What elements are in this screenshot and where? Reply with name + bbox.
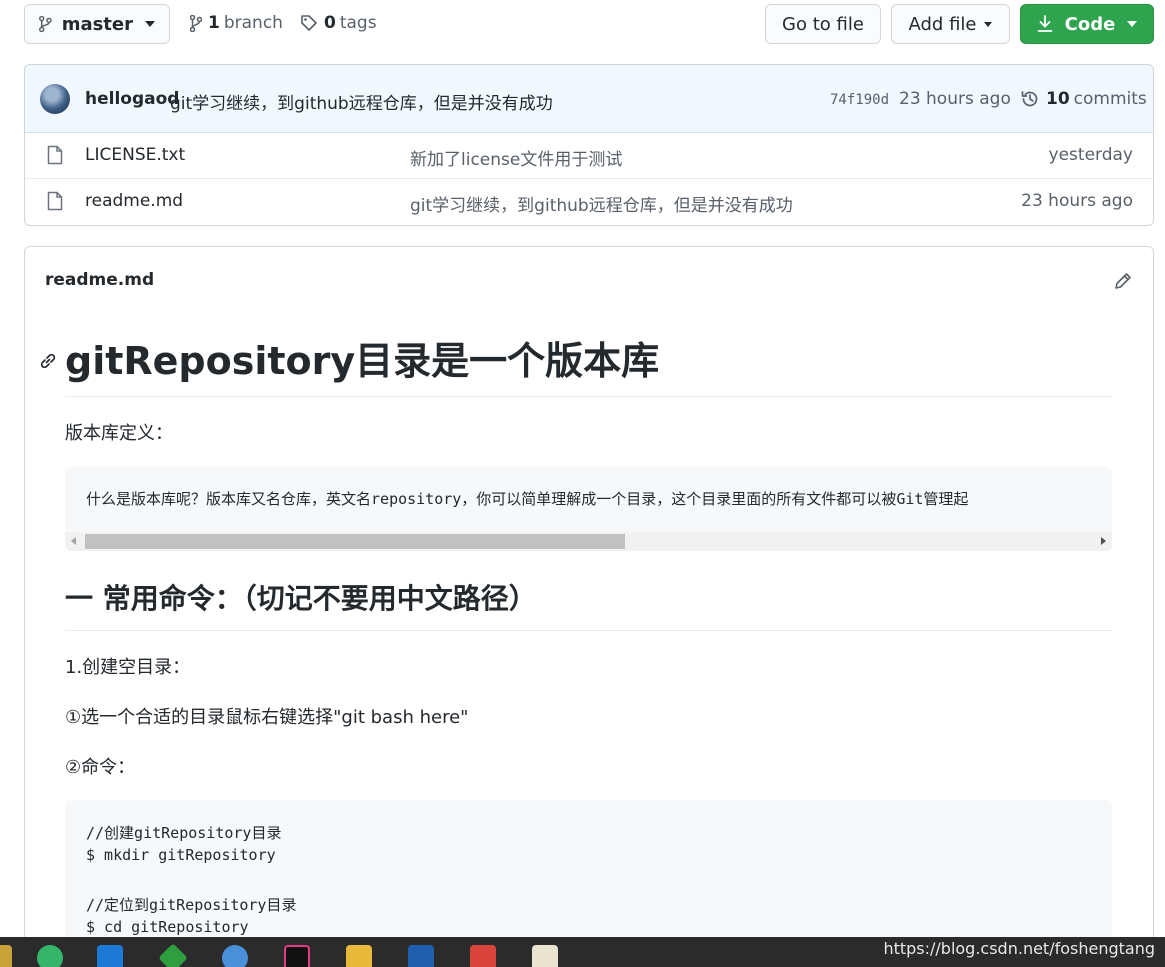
branches-label: branch (223, 13, 283, 33)
commits-count: 10 (1046, 89, 1070, 109)
horizontal-scrollbar[interactable] (65, 532, 1112, 551)
readme-heading-2: 一 常用命令：（切记不要用中文路径） (65, 577, 1112, 631)
taskbar-app-icon[interactable] (37, 945, 63, 967)
file-icon (47, 191, 63, 211)
tags-count: 0 (324, 13, 336, 33)
file-name[interactable]: LICENSE.txt (85, 145, 185, 165)
history-icon (1021, 91, 1038, 107)
paragraph: ①选一个合适的目录鼠标右键选择"git bash here" (65, 707, 469, 728)
commit-age: 23 hours ago (899, 89, 1011, 109)
paragraph: 1.创建空目录： (65, 657, 191, 678)
chevron-down-icon (1127, 21, 1138, 27)
scroll-left-arrow-icon[interactable] (71, 537, 76, 545)
file-age: yesterday (1048, 145, 1133, 165)
repo-toolbar: master 1 branch 0 tags Go to file Add fi… (24, 4, 1154, 44)
add-file-label: Add file (908, 13, 977, 35)
taskbar-app-icon[interactable] (222, 945, 248, 967)
scrollbar-thumb[interactable] (85, 534, 625, 549)
code-line: 什么是版本库呢？版本库又名仓库，英文名repository，你可以简单理解成一个… (86, 490, 969, 508)
chevron-down-icon (984, 21, 993, 27)
taskbar-app-icon[interactable] (284, 945, 310, 967)
go-to-file-label: Go to file (782, 13, 864, 35)
paragraph: 版本库定义： (65, 423, 173, 444)
commits-label: commits (1073, 89, 1147, 109)
commit-author[interactable]: hellogaod (85, 89, 179, 109)
taskbar-app-icon[interactable] (408, 945, 434, 967)
git-branch-icon (39, 15, 52, 33)
chevron-down-icon (145, 21, 155, 27)
branch-name: master (61, 13, 133, 35)
avatar[interactable] (40, 84, 70, 114)
taskbar-app-icon[interactable] (532, 945, 558, 967)
file-name[interactable]: readme.md (85, 191, 183, 211)
readme-panel: readme.md gitRepository目录是一个版本库 版本库定义： 什… (24, 246, 1154, 967)
latest-commit-bar: hellogaod git学习继续，到github远程仓库，但是并没有成功 74… (25, 65, 1153, 133)
taskbar-app-icon[interactable] (97, 945, 123, 967)
tag-icon (301, 15, 317, 31)
file-commit-message[interactable]: git学习继续，到github远程仓库，但是并没有成功 (410, 191, 793, 216)
file-icon (47, 145, 63, 165)
tags-label: tags (339, 13, 377, 33)
scroll-right-arrow-icon[interactable] (1101, 537, 1106, 545)
branch-select-button[interactable]: master (24, 4, 170, 44)
go-to-file-button[interactable]: Go to file (765, 4, 881, 44)
git-branch-icon (190, 14, 202, 32)
commit-sha[interactable]: 74f190d (830, 92, 889, 108)
code-block: //创建gitRepository目录 $ mkdir gitRepositor… (65, 800, 1112, 960)
commit-message[interactable]: git学习继续，到github远程仓库，但是并没有成功 (170, 89, 553, 114)
file-commit-message[interactable]: 新加了license文件用于测试 (410, 145, 622, 170)
pencil-icon[interactable] (1113, 271, 1133, 291)
watermark: https://blog.csdn.net/foshengtang (883, 939, 1155, 958)
code-line: $ mkdir gitRepository (86, 846, 276, 864)
taskbar-app-icon[interactable] (158, 943, 188, 967)
file-row-license: LICENSE.txt 新加了license文件用于测试 yesterday (25, 133, 1153, 179)
taskbar-app-icon[interactable] (470, 945, 496, 967)
link-icon[interactable] (38, 351, 58, 371)
code-line: //定位到gitRepository目录 (86, 896, 297, 914)
add-file-button[interactable]: Add file (891, 4, 1010, 44)
taskbar-app-icon[interactable] (0, 945, 12, 967)
branches-count: 1 (208, 13, 220, 33)
code-line: //创建gitRepository目录 (86, 824, 282, 842)
tags-link[interactable]: 0 tags (300, 13, 377, 33)
file-list: hellogaod git学习继续，到github远程仓库，但是并没有成功 74… (24, 64, 1154, 226)
branches-link[interactable]: 1 branch (190, 13, 283, 33)
file-age: 23 hours ago (1021, 191, 1133, 211)
readme-heading-1: gitRepository目录是一个版本库 (40, 333, 1112, 397)
code-block: 什么是版本库呢？版本库又名仓库，英文名repository，你可以简单理解成一个… (65, 467, 1112, 551)
readme-content: gitRepository目录是一个版本库 版本库定义： 什么是版本库呢？版本库… (40, 333, 1112, 960)
code-button[interactable]: Code (1020, 4, 1154, 44)
file-row-readme: readme.md git学习继续，到github远程仓库，但是并没有成功 23… (25, 179, 1153, 225)
code-line: $ cd gitRepository (86, 918, 249, 936)
download-icon (1037, 15, 1053, 32)
readme-filename: readme.md (45, 270, 155, 290)
paragraph: ②命令： (65, 757, 136, 778)
code-label: Code (1064, 13, 1116, 35)
commits-history-link[interactable]: 10 commits (1020, 89, 1147, 109)
folder-icon[interactable] (346, 945, 372, 967)
heading-text: gitRepository目录是一个版本库 (65, 339, 660, 383)
taskbar: https://blog.csdn.net/foshengtang (0, 937, 1165, 967)
